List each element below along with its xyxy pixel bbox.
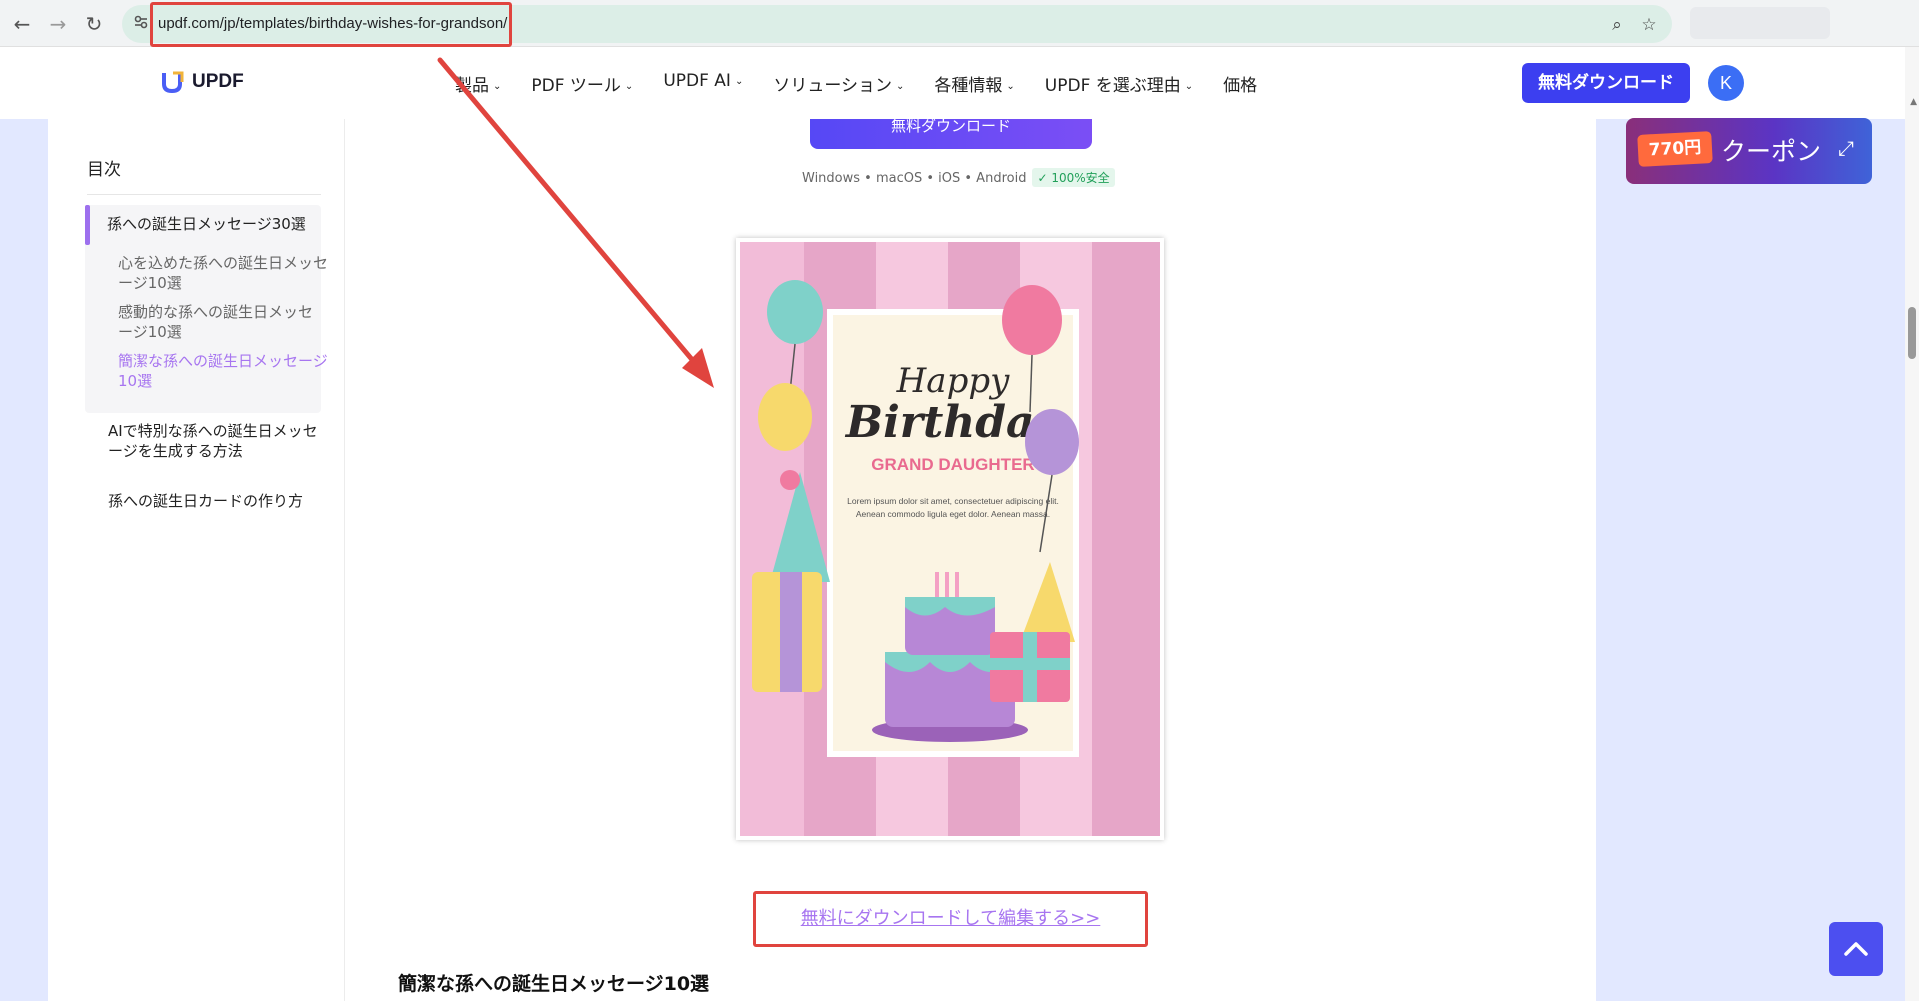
nav-why-updf[interactable]: UPDF を選ぶ理由 ⌄ — [1045, 71, 1193, 96]
zoom-icon[interactable]: ⌕ — [1606, 14, 1628, 36]
nav-label: UPDF を選ぶ理由 — [1044, 76, 1181, 96]
nav-label: ソリューション — [773, 76, 892, 96]
sidebar-divider — [344, 119, 345, 1001]
toc-item-make-card[interactable]: 孫への誕生日カードの作り方 — [108, 491, 303, 511]
nav-label: PDF ツール — [531, 76, 621, 96]
bookmark-star-icon[interactable]: ☆ — [1638, 14, 1660, 36]
toc-item-touching[interactable]: 感動的な孫への誕生日メッセージ10選 — [118, 302, 328, 342]
nav-label: 各種情報 — [934, 76, 1003, 96]
url-annotation-box — [150, 2, 512, 47]
nav-products[interactable]: 製品 ⌄ — [455, 71, 501, 96]
chevron-down-icon: ⌄ — [624, 81, 634, 92]
nav-pricing[interactable]: 価格 — [1223, 71, 1257, 96]
toc-active-indicator — [85, 205, 90, 245]
card-body-line2: Aenean commodo ligula eget dolor. Aenean… — [856, 509, 1050, 519]
chevron-up-icon — [1844, 942, 1868, 956]
edit-link-annotation-box: 無料にダウンロードして編集する>> — [753, 891, 1148, 947]
nav-updf-ai[interactable]: UPDF AI ⌄ — [663, 71, 743, 96]
logo-text: UPDF — [192, 71, 244, 92]
coupon-banner[interactable]: 770円 クーポン ⤢ — [1626, 118, 1872, 184]
toc-divider — [87, 194, 321, 195]
card-subtitle: GRAND DAUGHTER — [871, 455, 1034, 474]
safe-badge-text: 100%安全 — [1051, 171, 1110, 185]
scroll-up-arrow-icon[interactable]: ▲ — [1910, 97, 1917, 107]
site-header: UPDF 製品 ⌄ PDF ツール ⌄ UPDF AI ⌄ ソリューション ⌄ 各種情報… — [0, 47, 1905, 119]
toc-item-heartfelt[interactable]: 心を込めた孫への誕生日メッセージ10選 — [118, 253, 328, 293]
download-button-label: 無料ダウンロード — [890, 119, 1011, 135]
safe-badge: ✓ 100%安全 — [1032, 168, 1115, 187]
nav-resources[interactable]: 各種情報 ⌄ — [934, 71, 1014, 96]
page-scrollbar[interactable]: ▲ — [1905, 47, 1919, 1001]
toc-title: 目次 — [87, 160, 121, 180]
article-content: 目次 孫への誕生日メッセージ30選 心を込めた孫への誕生日メッセージ10選 感動… — [48, 119, 1596, 1001]
card-body-line1: Lorem ipsum dolor sit amet, consectetuer… — [847, 496, 1059, 506]
chevron-down-icon: ⌄ — [1184, 81, 1194, 92]
reload-icon[interactable]: ↻ — [80, 10, 108, 38]
download-button[interactable]: 無料ダウンロード — [810, 119, 1092, 149]
chevron-down-icon: ⌄ — [896, 81, 905, 92]
updf-logo[interactable]: UPDF — [160, 69, 244, 95]
birthday-card-image: Happy Birthday GRAND DAUGHTER Lorem ipsu… — [740, 242, 1160, 836]
download-and-edit-link[interactable]: 無料にダウンロードして編集する>> — [756, 894, 1145, 944]
coupon-price-tag: 770円 — [1637, 131, 1713, 167]
chevron-down-icon: ⌄ — [1006, 81, 1015, 92]
nav-label: 製品 — [455, 76, 489, 96]
toc-item-ai-generate[interactable]: AIで特別な孫への誕生日メッセージを生成する方法 — [108, 421, 318, 461]
section-heading: 簡潔な孫への誕生日メッセージ10選 — [398, 973, 710, 995]
platform-list: Windows • macOS • iOS • Android ✓ 100%安全 — [802, 168, 1115, 187]
expand-icon[interactable]: ⤢ — [1838, 136, 1854, 160]
user-avatar[interactable]: K — [1708, 65, 1744, 101]
site-settings-icon[interactable] — [130, 13, 152, 35]
chevron-down-icon: ⌄ — [493, 81, 502, 92]
card-line1: Happy — [896, 361, 1010, 401]
platforms-text: Windows • macOS • iOS • Android — [802, 171, 1027, 186]
chevron-down-icon: ⌄ — [734, 76, 744, 87]
back-to-top-button[interactable] — [1829, 922, 1883, 976]
toc-item-30-messages[interactable]: 孫への誕生日メッセージ30選 — [107, 214, 306, 234]
nav-pdf-tools[interactable]: PDF ツール ⌄ — [531, 71, 633, 96]
scrollbar-thumb[interactable] — [1908, 307, 1916, 359]
nav-label: UPDF AI — [663, 71, 731, 91]
toc-active-group: 孫への誕生日メッセージ30選 心を込めた孫への誕生日メッセージ10選 感動的な孫… — [85, 205, 328, 413]
nav-label: 価格 — [1223, 76, 1258, 96]
updf-logo-icon — [160, 69, 186, 95]
toc-item-concise[interactable]: 簡潔な孫への誕生日メッセージ10選 — [118, 351, 328, 391]
header-download-button[interactable]: 無料ダウンロード — [1522, 63, 1690, 103]
coupon-label: クーポン — [1721, 137, 1822, 166]
forward-icon[interactable]: → — [44, 10, 72, 38]
back-icon[interactable]: ← — [8, 10, 36, 38]
nav-solutions[interactable]: ソリューション ⌄ — [773, 71, 904, 96]
main-nav: 製品 ⌄ PDF ツール ⌄ UPDF AI ⌄ ソリューション ⌄ 各種情報 ⌄ UPD… — [455, 71, 1287, 96]
birthday-card-template-preview[interactable]: Happy Birthday GRAND DAUGHTER Lorem ipsu… — [736, 238, 1164, 840]
extensions-area[interactable] — [1690, 7, 1830, 39]
